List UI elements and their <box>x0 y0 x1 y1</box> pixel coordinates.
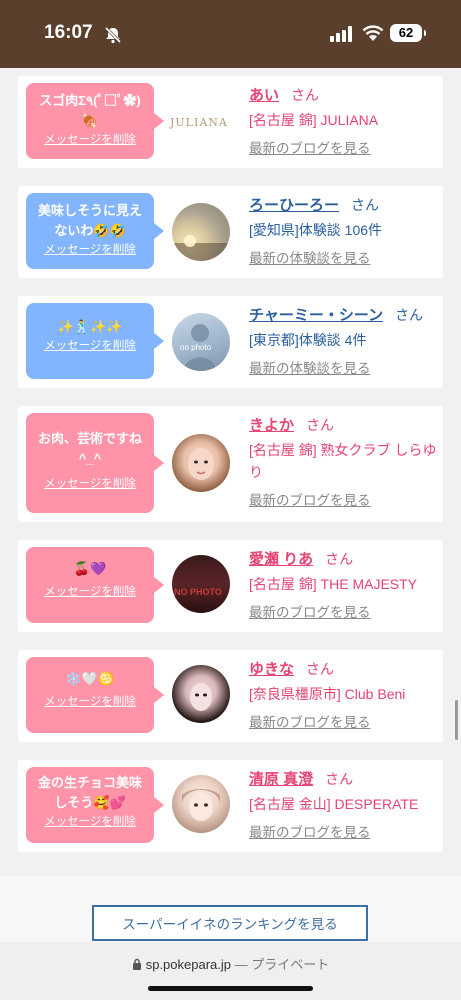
message-card: 金の生チョコ美味しそう🥰💕 メッセージを削除 清原 真澄 さん [名古屋 金山] … <box>18 760 443 852</box>
avatar[interactable] <box>172 203 230 261</box>
shop-logo-text: JULIANA <box>170 116 228 129</box>
shop-label: [名古屋 金山] DESPERATE <box>249 796 419 812</box>
honorific: さん <box>306 417 335 433</box>
url-domain: sp.pokepara.jp <box>145 957 231 972</box>
sender-name-link[interactable]: チャーミー・シーン <box>249 307 383 324</box>
url-separator: — <box>234 957 248 972</box>
delete-message-link[interactable]: メッセージを削除 <box>26 693 154 711</box>
delete-message-link[interactable]: メッセージを削除 <box>26 241 154 259</box>
message-bubble: ❄️🤍♋ メッセージを削除 <box>26 657 164 733</box>
message-card: 🍒💜 メッセージを削除 NO PHOTO 愛瀬 りあ さん [名古屋 錦] THE… <box>18 540 443 632</box>
shop-label: [名古屋 錦] THE MAJESTY <box>249 576 418 592</box>
message-text: 金の生チョコ美味しそう🥰💕 <box>37 775 142 810</box>
message-card: ✨🕺✨✨ メッセージを削除 no photo チャーミー・シーン さん [東京都]… <box>18 296 443 388</box>
avatar[interactable]: no photo <box>172 313 230 371</box>
message-card: スゴ肉Σ٩(ﾟ□ﾟ✿)🍖 メッセージを削除 JULIANA あい さん [名古屋 … <box>18 76 443 168</box>
sender-info: 愛瀬 りあ さん [名古屋 錦] THE MAJESTY 最新のブログを見る <box>249 548 443 621</box>
message-bubble: 美味しそうに見えないわ🤣🤣 メッセージを削除 <box>26 193 164 269</box>
latest-blog-link[interactable]: 最新のブログを見る <box>249 601 443 621</box>
url-display[interactable]: sp.pokepara.jp — プライベート <box>0 954 461 973</box>
message-text: お肉、芸術ですね^_^ <box>37 431 142 466</box>
sender-name-link[interactable]: 清原 真澄 <box>249 771 313 788</box>
honorific: さん <box>395 307 424 323</box>
honorific: さん <box>306 661 335 677</box>
avatar[interactable]: NO PHOTO <box>172 555 230 613</box>
face-photo-icon <box>188 448 214 480</box>
avatar[interactable] <box>172 775 230 833</box>
ranking-button[interactable]: スーパーイイネのランキングを見る <box>92 905 368 941</box>
honorific: さん <box>325 551 354 567</box>
latest-blog-link[interactable]: 最新のブログを見る <box>249 489 439 509</box>
message-bubble: ✨🕺✨✨ メッセージを削除 <box>26 303 164 379</box>
latest-blog-link[interactable]: 最新のブログを見る <box>249 137 439 157</box>
signal-icon <box>330 26 352 42</box>
message-text: 美味しそうに見えないわ🤣🤣 <box>37 203 142 238</box>
delete-message-link[interactable]: メッセージを削除 <box>26 813 154 831</box>
delete-message-link[interactable]: メッセージを削除 <box>26 337 154 355</box>
scrollbar[interactable] <box>455 700 458 740</box>
sender-name-link[interactable]: ゆきな <box>249 661 294 678</box>
message-text: 🍒💜 <box>73 561 107 576</box>
message-bubble: スゴ肉Σ٩(ﾟ□ﾟ✿)🍖 メッセージを削除 <box>26 83 164 159</box>
message-text: ❄️🤍♋ <box>65 671 115 686</box>
clock: 16:07 <box>44 22 93 43</box>
sunset-photo-icon <box>172 235 230 261</box>
battery-level: 62 <box>398 25 414 40</box>
shop-label: [名古屋 錦] JULIANA <box>249 112 379 128</box>
delete-message-link[interactable]: メッセージを削除 <box>26 131 154 149</box>
latest-blog-link[interactable]: 最新のブログを見る <box>249 821 443 841</box>
face-photo-icon <box>182 789 220 821</box>
shop-label: [奈良県橿原市] Club Beni <box>249 686 406 702</box>
status-bar: 16:07 62 <box>0 0 461 68</box>
shop-label: [名古屋 錦] 熟女クラブ しらゆり <box>249 442 437 480</box>
message-card: ❄️🤍♋ メッセージを削除 ゆきな さん [奈良県橿原市] Club Beni 最… <box>18 650 443 742</box>
battery-icon: 62 <box>390 24 426 42</box>
latest-review-link[interactable]: 最新の体験談を見る <box>249 247 439 267</box>
sender-info: ろーひーろー さん [愛知県]体験談 106件 最新の体験談を見る <box>249 194 439 267</box>
sender-info: 清原 真澄 さん [名古屋 金山] DESPERATE 最新のブログを見る <box>249 768 443 841</box>
sender-name-link[interactable]: あい <box>249 87 279 104</box>
experience-count: [東京都]体験談 4件 <box>249 332 367 348</box>
sender-info: きよか さん [名古屋 錦] 熟女クラブ しらゆり 最新のブログを見る <box>249 414 439 509</box>
latest-blog-link[interactable]: 最新のブログを見る <box>249 711 443 731</box>
wifi-icon <box>362 25 384 41</box>
honorific: さん <box>325 771 354 787</box>
home-indicator[interactable] <box>148 986 313 991</box>
browser-url-bar[interactable]: sp.pokepara.jp — プライベート <box>0 942 461 1000</box>
no-photo-label: NO PHOTO <box>174 587 222 597</box>
no-photo-label: no photo <box>180 343 212 352</box>
message-bubble: 金の生チョコ美味しそう🥰💕 メッセージを削除 <box>26 767 164 843</box>
honorific: さん <box>291 87 320 103</box>
sender-name-link[interactable]: 愛瀬 りあ <box>249 551 313 568</box>
sender-info: あい さん [名古屋 錦] JULIANA 最新のブログを見る <box>249 84 439 157</box>
sender-info: チャーミー・シーン さん [東京都]体験談 4件 最新の体験談を見る <box>249 304 443 377</box>
message-bubble: お肉、芸術ですね^_^ メッセージを削除 <box>26 413 164 513</box>
experience-count: [愛知県]体験談 106件 <box>249 222 383 238</box>
face-photo-icon <box>190 683 212 711</box>
delete-message-link[interactable]: メッセージを削除 <box>26 475 154 493</box>
lock-icon <box>132 958 141 970</box>
avatar[interactable] <box>172 665 230 723</box>
message-text: スゴ肉Σ٩(ﾟ□ﾟ✿)🍖 <box>39 93 141 128</box>
sender-name-link[interactable]: ろーひーろー <box>249 197 339 214</box>
delete-message-link[interactable]: メッセージを削除 <box>26 583 154 601</box>
sender-name-link[interactable]: きよか <box>249 417 294 434</box>
shop-logo: JULIANA <box>170 110 234 136</box>
private-mode-label: プライベート <box>251 957 330 972</box>
message-card: 美味しそうに見えないわ🤣🤣 メッセージを削除 ろーひーろー さん [愛知県]体験談… <box>18 186 443 278</box>
honorific: さん <box>351 197 380 213</box>
avatar[interactable] <box>172 434 230 492</box>
latest-review-link[interactable]: 最新の体験談を見る <box>249 357 443 377</box>
person-silhouette-icon <box>184 324 216 371</box>
bell-slash-icon <box>104 26 122 44</box>
message-bubble: 🍒💜 メッセージを削除 <box>26 547 164 623</box>
message-card: お肉、芸術ですね^_^ メッセージを削除 きよか さん [名古屋 錦] 熟女クラブ… <box>18 406 443 522</box>
sender-info: ゆきな さん [奈良県橿原市] Club Beni 最新のブログを見る <box>249 658 443 731</box>
message-text: ✨🕺✨✨ <box>57 319 123 334</box>
